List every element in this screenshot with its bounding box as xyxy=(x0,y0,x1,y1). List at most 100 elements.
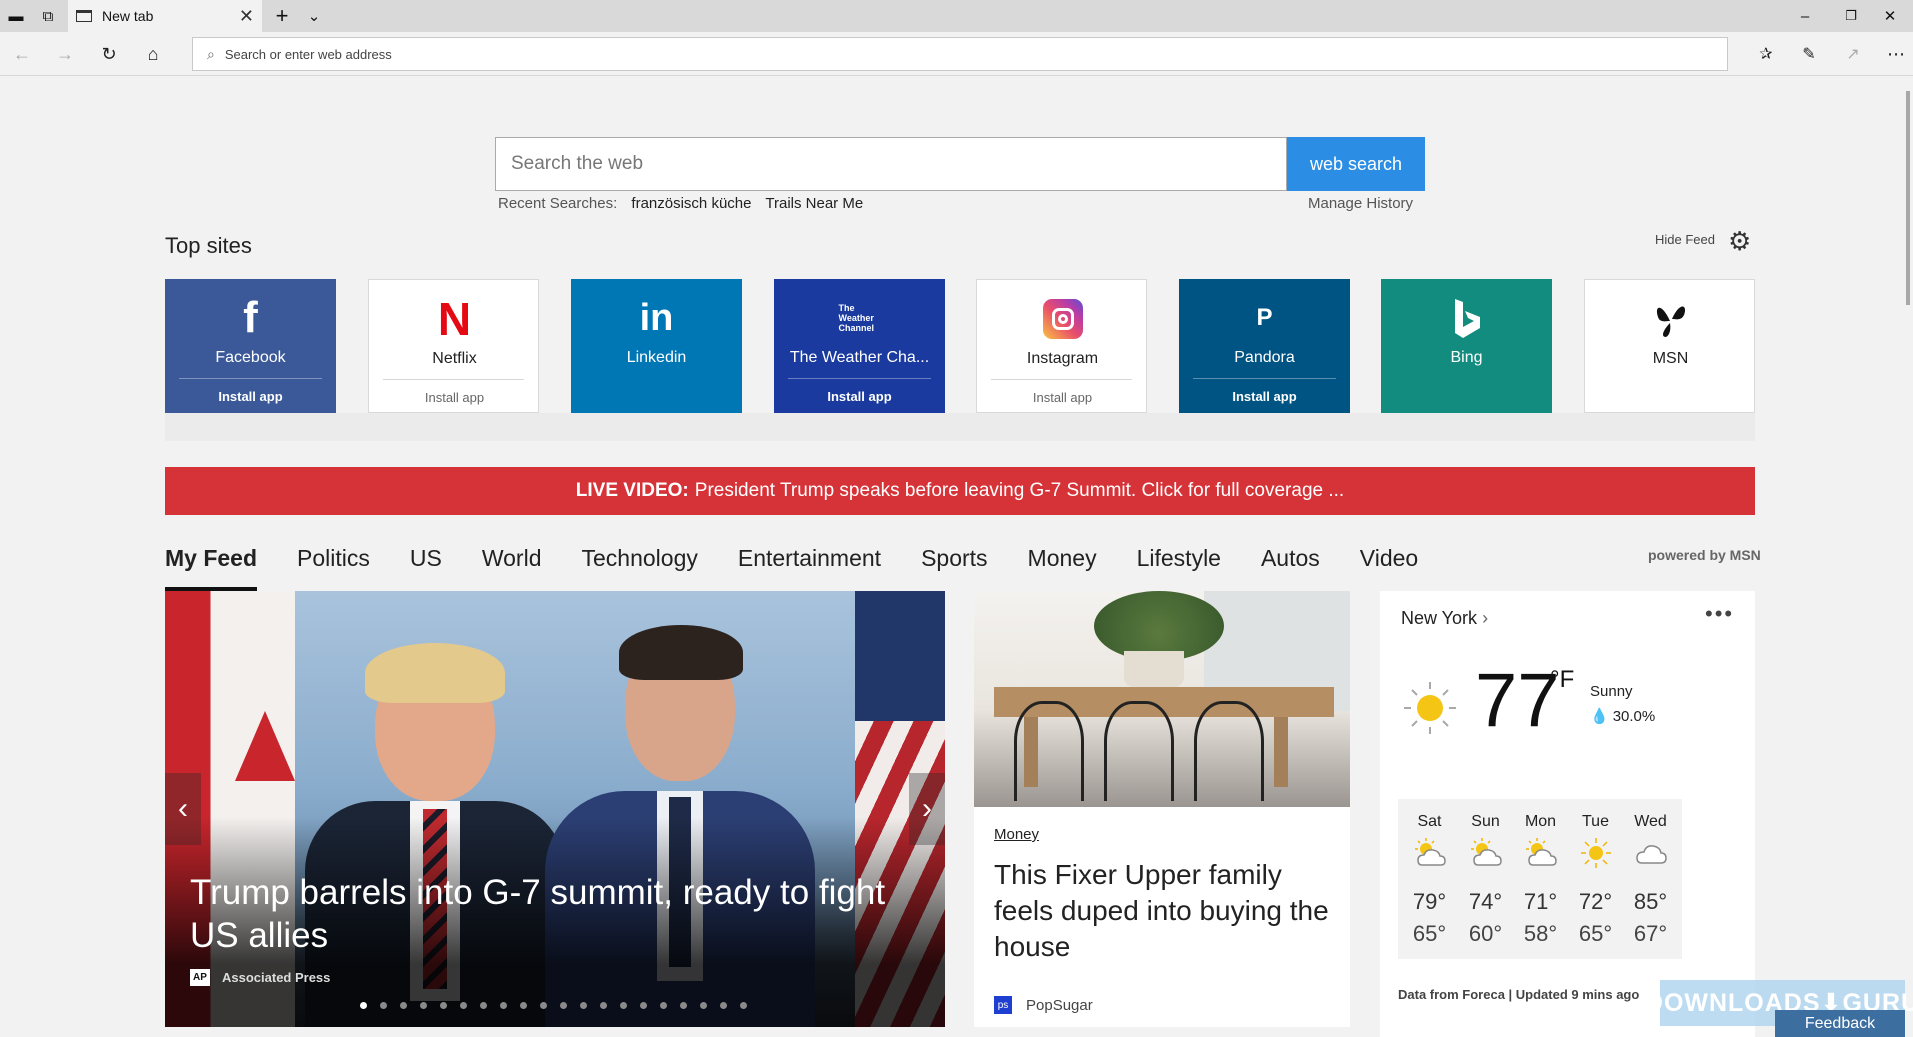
tab-entertainment[interactable]: Entertainment xyxy=(738,545,881,585)
search-input[interactable]: Search the web xyxy=(495,137,1287,191)
recent-search-term[interactable]: französisch küche xyxy=(631,195,751,212)
carousel-dot[interactable] xyxy=(500,1002,507,1009)
top-site-facebook[interactable]: f Facebook Install app xyxy=(165,279,336,413)
weather-card: New York › ••• 77 °F Sunny 💧 30.0% Sat 79°… xyxy=(1380,591,1755,1037)
tab-sports[interactable]: Sports xyxy=(921,545,987,585)
chevron-down-icon[interactable]: ⌄ xyxy=(298,0,330,32)
feedback-button[interactable]: Feedback xyxy=(1775,1010,1905,1037)
forecast-day-wed[interactable]: Wed 85° 67° xyxy=(1619,799,1682,959)
tab-us[interactable]: US xyxy=(410,545,442,585)
top-site-name: Bing xyxy=(1450,349,1483,366)
carousel-dot[interactable] xyxy=(640,1002,647,1009)
article-category[interactable]: Money xyxy=(994,826,1039,843)
forecast-low: 67° xyxy=(1633,921,1668,946)
install-app-button[interactable]: Install app xyxy=(165,389,336,404)
top-site-linkedin[interactable]: in Linkedin xyxy=(571,279,742,413)
tab-money[interactable]: Money xyxy=(1028,545,1097,585)
gear-icon[interactable]: ⚙ xyxy=(1728,227,1756,255)
forecast-day-tue[interactable]: Tue 72° 65° xyxy=(1564,799,1627,959)
refresh-button[interactable]: ↻ xyxy=(93,38,125,70)
favorites-icon[interactable]: ✰ xyxy=(1750,38,1782,70)
forecast-day-mon[interactable]: Mon 71° 58° xyxy=(1509,799,1572,959)
carousel-dot[interactable] xyxy=(460,1002,467,1009)
address-bar[interactable]: ⌕ Search or enter web address xyxy=(192,37,1728,71)
carousel-dot[interactable] xyxy=(620,1002,627,1009)
close-window-button[interactable]: ✕ xyxy=(1867,0,1913,32)
close-tab-icon[interactable]: ✕ xyxy=(239,6,254,27)
home-button[interactable]: ⌂ xyxy=(137,38,169,70)
carousel-dot[interactable] xyxy=(600,1002,607,1009)
top-site-netflix[interactable]: N Netflix Install app xyxy=(368,279,539,413)
tab-actions-icon[interactable]: ▬ xyxy=(0,0,32,32)
carousel-dot[interactable] xyxy=(560,1002,567,1009)
manage-history-link[interactable]: Manage History xyxy=(1308,195,1413,212)
carousel-dot[interactable] xyxy=(680,1002,687,1009)
top-site-name: The Weather Cha... xyxy=(789,349,930,366)
article-headline[interactable]: This Fixer Upper family feels duped into… xyxy=(994,857,1334,965)
top-site-msn[interactable]: MSN xyxy=(1584,279,1755,413)
hide-feed-link[interactable]: Hide Feed xyxy=(1655,232,1715,247)
forward-button[interactable]: → xyxy=(49,38,81,70)
tab-title: New tab xyxy=(102,8,154,24)
article-card[interactable]: Money This Fixer Upper family feels dupe… xyxy=(974,591,1350,1027)
temperature-unit[interactable]: °F xyxy=(1550,666,1574,694)
carousel-next-button[interactable]: › xyxy=(909,773,945,845)
tab-world[interactable]: World xyxy=(482,545,542,585)
carousel-dot[interactable] xyxy=(440,1002,447,1009)
top-site-pandora[interactable]: P Pandora Install app xyxy=(1179,279,1350,413)
top-site-weather-channel[interactable]: The Weather Channel The Weather Cha... I… xyxy=(774,279,945,413)
carousel-dot[interactable] xyxy=(720,1002,727,1009)
carousel-dot[interactable] xyxy=(360,1002,367,1009)
carousel-dot[interactable] xyxy=(540,1002,547,1009)
forecast-day-sun[interactable]: Sun 74° 60° xyxy=(1454,799,1517,959)
forecast-day-label: Wed xyxy=(1634,813,1667,830)
tab-technology[interactable]: Technology xyxy=(582,545,698,585)
banner-label: LIVE VIDEO: xyxy=(575,480,689,501)
forecast-high: 79° xyxy=(1412,889,1447,914)
install-app-button[interactable]: Install app xyxy=(977,390,1148,405)
recent-search-term[interactable]: Trails Near Me xyxy=(765,195,863,212)
tab-autos[interactable]: Autos xyxy=(1261,545,1320,585)
carousel-dot[interactable] xyxy=(700,1002,707,1009)
carousel-dot[interactable] xyxy=(660,1002,667,1009)
tab-politics[interactable]: Politics xyxy=(297,545,370,585)
page-scrollbar[interactable] xyxy=(1903,77,1913,1037)
new-tab-button[interactable]: + xyxy=(266,0,298,32)
hero-carousel[interactable]: ‹ › Trump barrels into G-7 summit, ready… xyxy=(165,591,945,1027)
more-menu-icon[interactable]: ⋯ xyxy=(1880,38,1912,70)
minimize-button[interactable]: – xyxy=(1782,0,1828,32)
forecast-low: 65° xyxy=(1412,921,1447,946)
top-site-bing[interactable]: Bing xyxy=(1381,279,1552,413)
carousel-prev-button[interactable]: ‹ xyxy=(165,773,201,845)
carousel-dot[interactable] xyxy=(520,1002,527,1009)
install-app-button[interactable]: Install app xyxy=(774,389,945,404)
carousel-dot[interactable] xyxy=(740,1002,747,1009)
live-video-banner[interactable]: LIVE VIDEO: President Trump speaks befor… xyxy=(165,467,1755,515)
install-app-button[interactable]: Install app xyxy=(369,390,540,405)
share-icon[interactable]: ↗ xyxy=(1837,38,1869,70)
tab-new-tab[interactable]: New tab ✕ xyxy=(68,0,262,32)
recent-searches-label: Recent Searches: xyxy=(498,195,618,212)
carousel-dot[interactable] xyxy=(400,1002,407,1009)
tab-my-feed[interactable]: My Feed xyxy=(165,545,258,591)
web-search-box: Search the web web search xyxy=(495,137,1425,191)
carousel-dot[interactable] xyxy=(420,1002,427,1009)
carousel-dot[interactable] xyxy=(480,1002,487,1009)
web-search-button[interactable]: web search xyxy=(1287,137,1425,191)
top-site-name: Linkedin xyxy=(626,349,687,366)
top-site-instagram[interactable]: Instagram Install app xyxy=(976,279,1147,413)
weather-more-icon[interactable]: ••• xyxy=(1705,601,1734,627)
carousel-dot[interactable] xyxy=(380,1002,387,1009)
web-note-icon[interactable]: ✎ xyxy=(1793,38,1825,70)
weather-city[interactable]: New York › xyxy=(1401,608,1488,629)
carousel-dot[interactable] xyxy=(580,1002,587,1009)
scrollbar-thumb[interactable] xyxy=(1906,91,1910,305)
install-app-button[interactable]: Install app xyxy=(1179,389,1350,404)
tab-lifestyle[interactable]: Lifestyle xyxy=(1137,545,1221,585)
forecast-day-sat[interactable]: Sat 79° 65° xyxy=(1398,799,1461,959)
back-button[interactable]: ← xyxy=(6,38,38,70)
show-tabs-aside-icon[interactable]: ⧉ xyxy=(32,0,64,32)
hero-headline[interactable]: Trump barrels into G-7 summit, ready to … xyxy=(190,871,920,957)
weather-data-source[interactable]: Data from Foreca | Updated 9 mins ago xyxy=(1398,987,1639,1002)
tab-video[interactable]: Video xyxy=(1360,545,1418,585)
